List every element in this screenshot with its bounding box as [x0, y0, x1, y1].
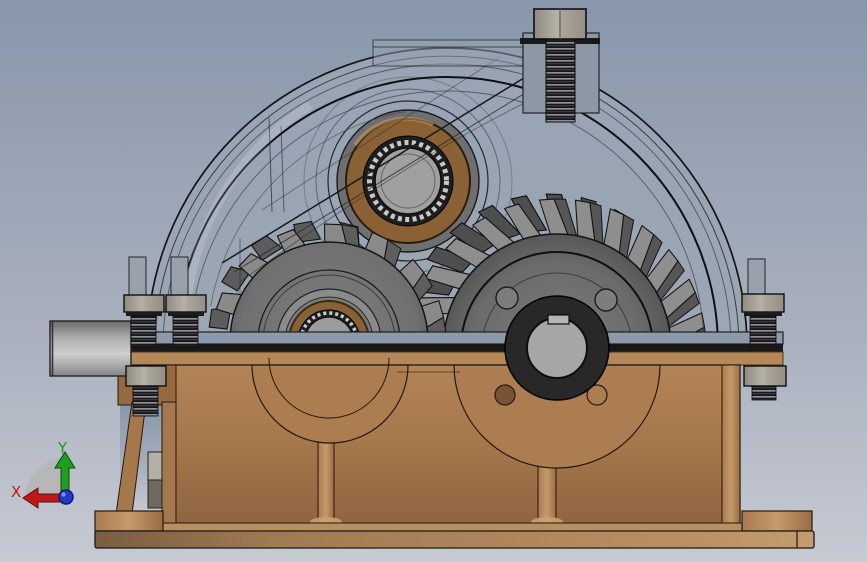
output-shaft-bore[interactable]	[504, 295, 610, 401]
protruding-shaft[interactable]	[49, 320, 132, 377]
base-plate	[94, 530, 815, 549]
y-axis-label: Y	[57, 439, 68, 457]
foot-ledge-right	[741, 510, 813, 532]
keyway	[547, 314, 570, 325]
housing-flange[interactable]	[114, 331, 784, 366]
z-axis-ball[interactable]	[58, 489, 74, 505]
x-axis-label: X	[11, 483, 21, 501]
housing-base[interactable]	[94, 357, 815, 549]
foot-ledge-left	[94, 510, 164, 532]
z-ball-highlight	[61, 492, 66, 497]
cad-viewport[interactable]: X Y	[0, 0, 867, 562]
threaded-stud	[545, 29, 576, 123]
top-cover-plate[interactable]	[372, 39, 524, 67]
